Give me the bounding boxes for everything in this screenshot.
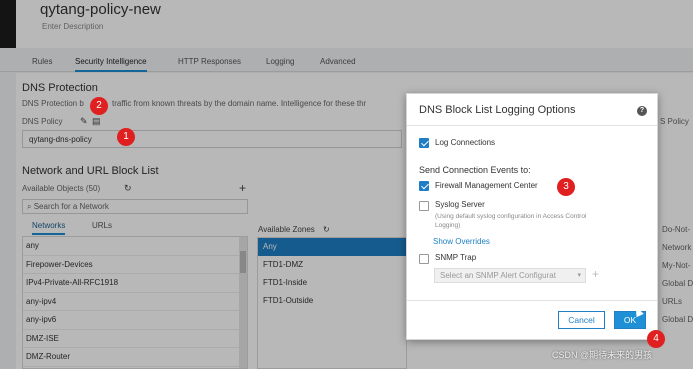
step-badge-2: 2 bbox=[90, 97, 108, 115]
snmp-alert-select[interactable]: Select an SNMP Alert Configurat ▾ bbox=[434, 268, 586, 283]
fmc-checkbox[interactable] bbox=[419, 181, 429, 191]
add-snmp-icon[interactable]: + bbox=[592, 267, 599, 281]
syslog-hint: (Using default syslog configuration in A… bbox=[435, 213, 587, 229]
cancel-button[interactable]: Cancel bbox=[558, 311, 605, 329]
log-connections-label: Log Connections bbox=[435, 138, 496, 147]
step-badge-1: 1 bbox=[117, 128, 135, 146]
show-overrides-link[interactable]: Show Overrides bbox=[433, 237, 490, 246]
watermark: CSDN @期待未来的男孩 bbox=[552, 350, 653, 360]
fmc-label: Firewall Management Center bbox=[435, 181, 538, 190]
syslog-checkbox[interactable] bbox=[419, 201, 429, 211]
syslog-label: Syslog Server bbox=[435, 200, 485, 209]
divider bbox=[407, 125, 657, 126]
step-badge-3: 3 bbox=[557, 178, 575, 196]
chevron-down-icon: ▾ bbox=[577, 272, 581, 279]
dialog-title: DNS Block List Logging Options bbox=[419, 104, 576, 116]
snmp-checkbox[interactable] bbox=[419, 254, 429, 264]
help-icon[interactable]: ? bbox=[637, 106, 647, 116]
divider bbox=[407, 300, 657, 301]
snmp-label: SNMP Trap bbox=[435, 253, 477, 262]
send-events-heading: Send Connection Events to: bbox=[419, 165, 531, 175]
step-badge-4: 4 bbox=[647, 330, 665, 348]
log-connections-checkbox[interactable] bbox=[419, 138, 429, 148]
